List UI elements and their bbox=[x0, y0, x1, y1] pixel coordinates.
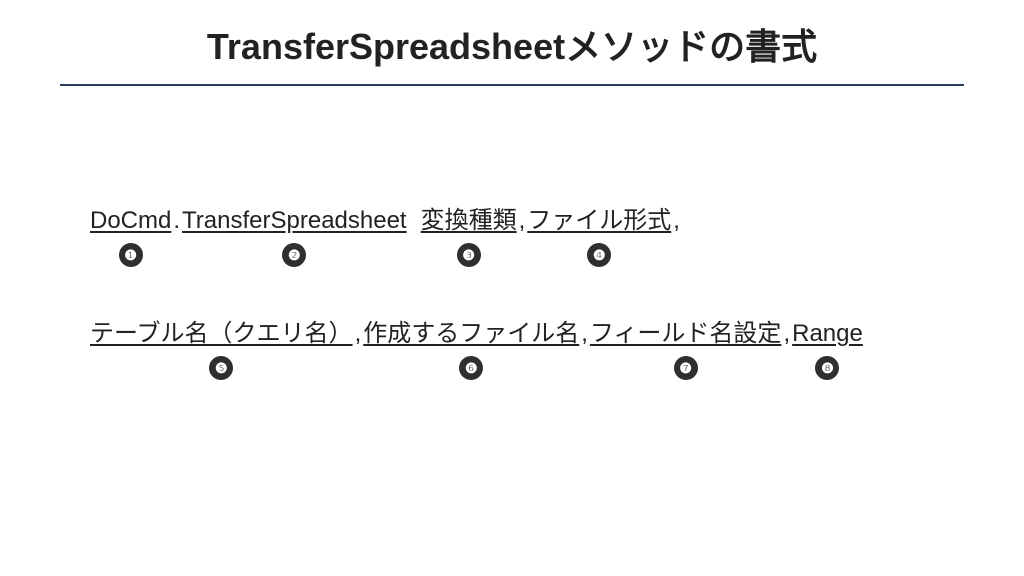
token-table-name: テーブル名（クエリ名） ❺ bbox=[90, 313, 353, 380]
token-file-name: 作成するファイル名 ❻ bbox=[363, 313, 579, 380]
slide-title: TransferSpreadsheetメソッドの書式 bbox=[0, 0, 1024, 70]
token-text: テーブル名（クエリ名） bbox=[90, 313, 353, 348]
badge-3-icon: ❸ bbox=[457, 243, 481, 267]
token-field-name-setting: フィールド名設定 ❼ bbox=[590, 313, 782, 380]
token-file-format: ファイル形式 ❹ bbox=[527, 200, 671, 267]
token-conversion-type: 変換種類 ❸ bbox=[421, 200, 517, 267]
token-transferspreadsheet: TransferSpreadsheet ❷ bbox=[182, 207, 407, 267]
token-text: TransferSpreadsheet bbox=[182, 207, 407, 235]
separator-comma: , bbox=[671, 207, 682, 235]
token-text: DoCmd bbox=[90, 207, 171, 235]
slide: TransferSpreadsheetメソッドの書式 DoCmd ❶ . Tra… bbox=[0, 0, 1024, 576]
badge-5-icon: ❺ bbox=[209, 356, 233, 380]
separator-comma: , bbox=[781, 320, 792, 348]
token-text: 変換種類 bbox=[421, 200, 517, 235]
badge-7-icon: ❼ bbox=[674, 356, 698, 380]
separator-comma: , bbox=[353, 320, 364, 348]
syntax-line-2: テーブル名（クエリ名） ❺ , 作成するファイル名 ❻ , フィールド名設定 ❼… bbox=[90, 313, 940, 380]
token-text: フィールド名設定 bbox=[590, 313, 782, 348]
separator-comma: , bbox=[517, 207, 528, 235]
separator-comma: , bbox=[579, 320, 590, 348]
syntax-body: DoCmd ❶ . TransferSpreadsheet ❷ 変換種類 ❸ ,… bbox=[90, 200, 940, 380]
syntax-line-1: DoCmd ❶ . TransferSpreadsheet ❷ 変換種類 ❸ ,… bbox=[90, 200, 940, 267]
badge-8-icon: ❽ bbox=[815, 356, 839, 380]
badge-2-icon: ❷ bbox=[282, 243, 306, 267]
badge-6-icon: ❻ bbox=[459, 356, 483, 380]
token-text: ファイル形式 bbox=[527, 200, 671, 235]
badge-4-icon: ❹ bbox=[587, 243, 611, 267]
token-text: Range bbox=[792, 320, 863, 348]
token-docmd: DoCmd ❶ bbox=[90, 207, 171, 267]
separator-dot: . bbox=[171, 207, 182, 235]
title-underline bbox=[60, 84, 964, 86]
token-range: Range ❽ bbox=[792, 320, 863, 380]
token-text: 作成するファイル名 bbox=[363, 313, 579, 348]
badge-1-icon: ❶ bbox=[119, 243, 143, 267]
